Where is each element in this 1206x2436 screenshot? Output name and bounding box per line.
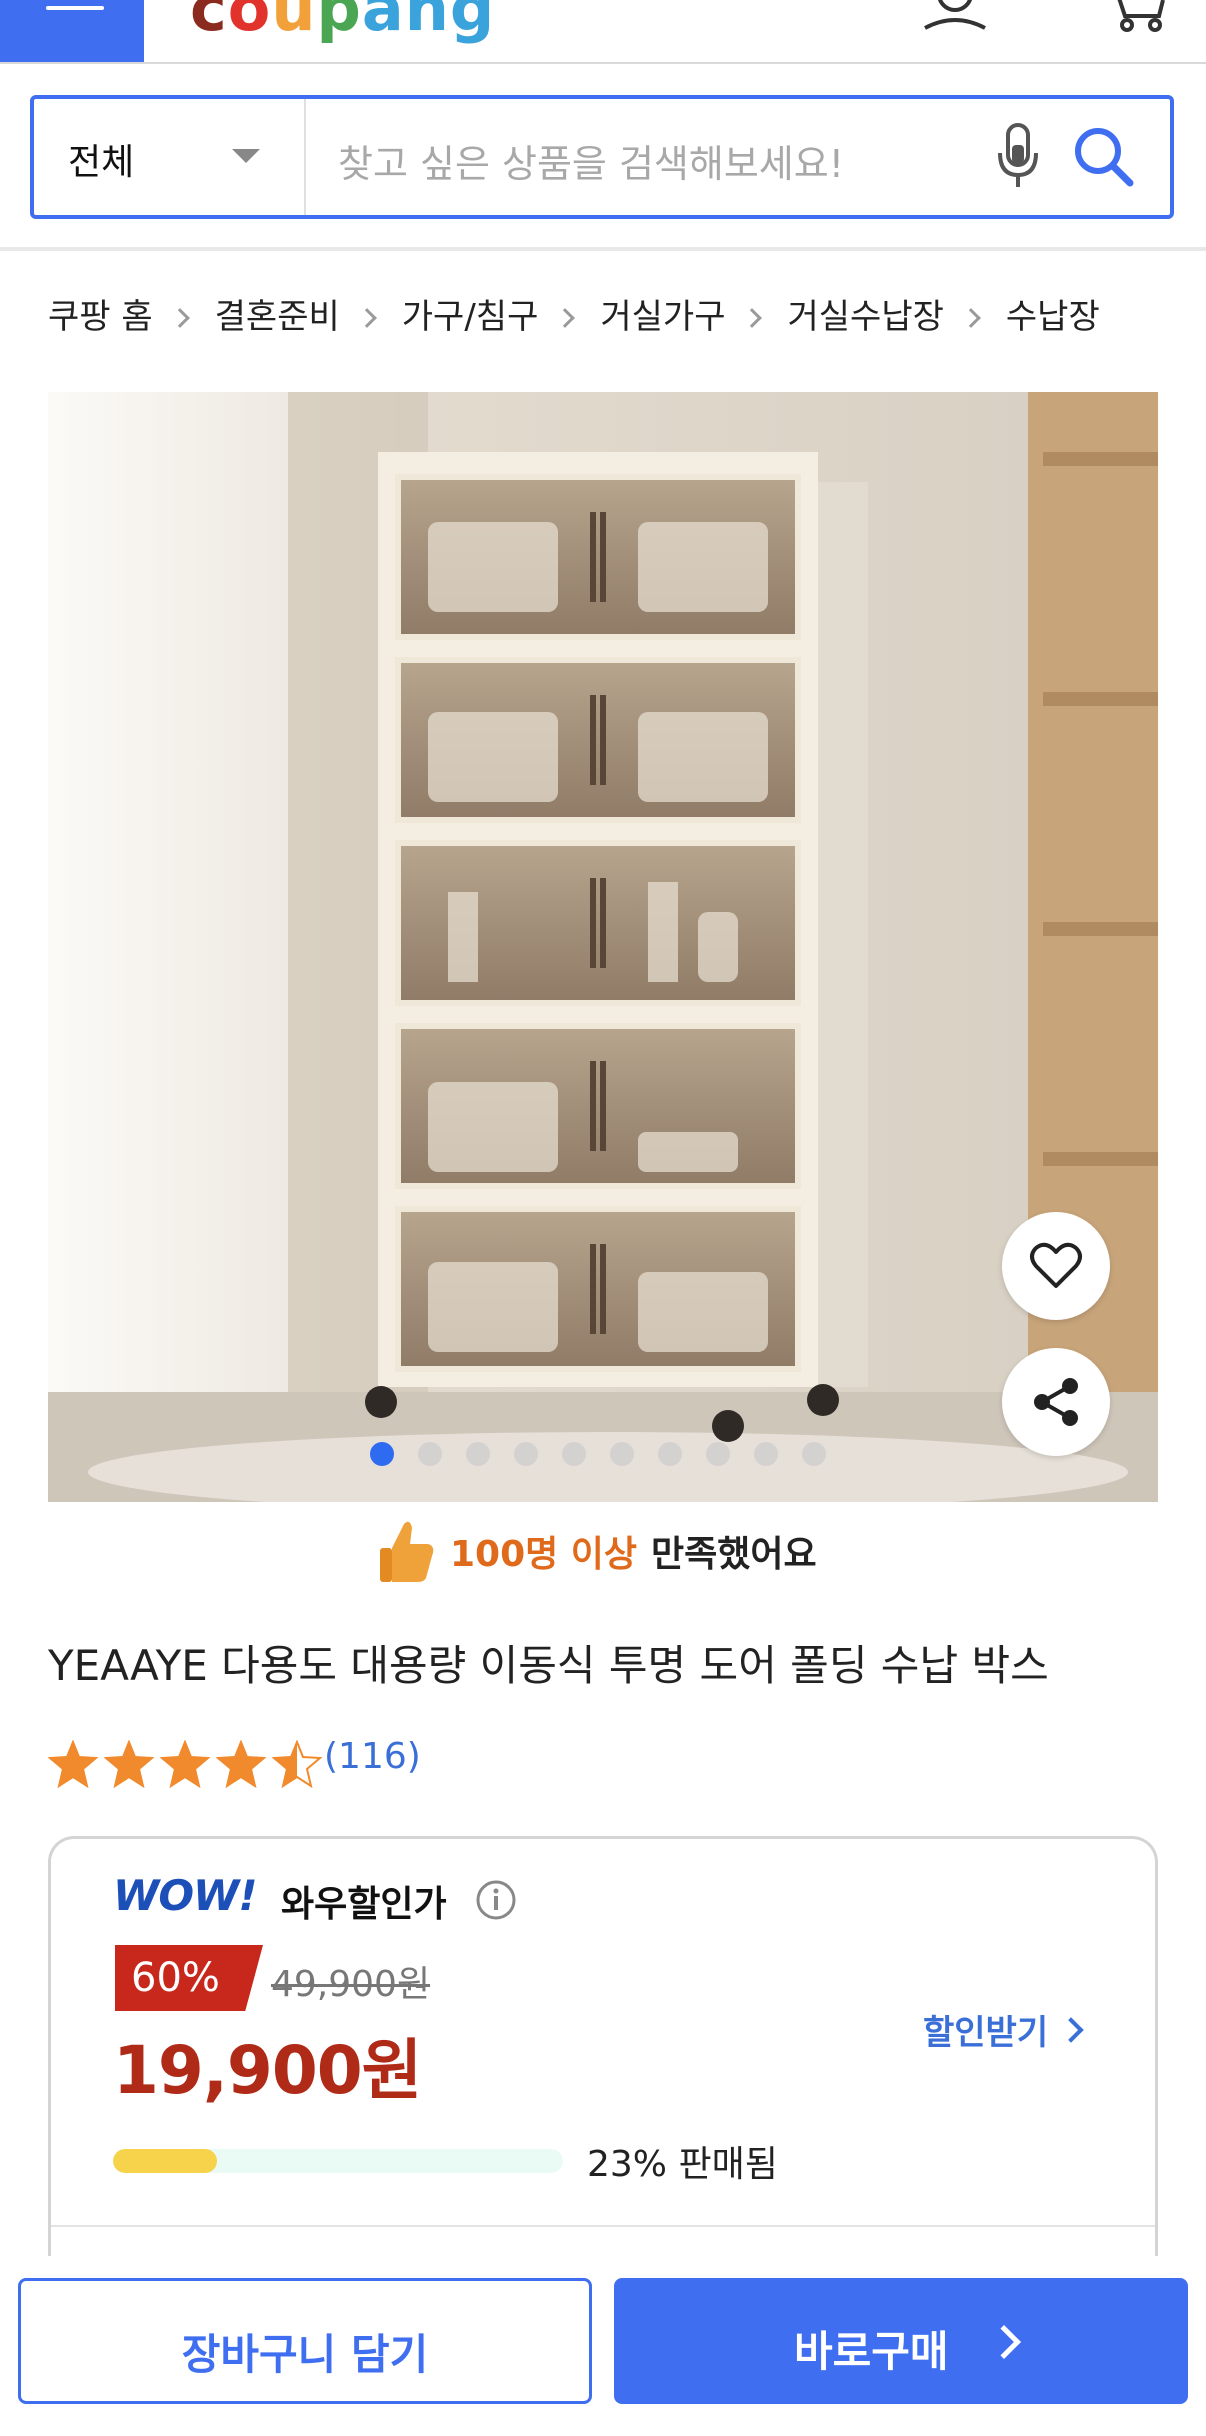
search-bar: 전체 찾고 싶은 상품을 검색해보세요! xyxy=(30,95,1174,219)
buy-now-label: 바로구매 xyxy=(794,2327,949,2376)
buy-now-button[interactable]: 바로구매 xyxy=(614,2278,1188,2404)
product-photo xyxy=(48,392,1158,1502)
share-button[interactable] xyxy=(1002,1348,1110,1456)
get-discount-link[interactable]: 할인받기 xyxy=(923,2005,1084,2054)
breadcrumb-item-living-furniture[interactable]: 거실가구 xyxy=(600,289,725,338)
hamburger-menu-icon[interactable] xyxy=(0,0,144,62)
star-icon xyxy=(160,1740,210,1788)
breadcrumb-item-storage[interactable]: 수납장 xyxy=(1006,289,1100,338)
discount-badge: 60% xyxy=(115,1945,263,2011)
wow-price-label: 와우할인가 xyxy=(281,1884,447,1925)
search-input[interactable]: 찾고 싶은 상품을 검색해보세요! xyxy=(338,133,844,188)
chevron-right-icon xyxy=(1058,2016,1084,2043)
satisfaction-banner: 100명 이상 만족했어요 xyxy=(378,1516,817,1586)
add-to-cart-label: 장바구니 담기 xyxy=(181,2330,429,2379)
product-title: YEAAYE 다용도 대용량 이동식 투명 도어 폴딩 수납 박스 xyxy=(48,1641,1049,1690)
star-icon xyxy=(216,1740,266,1788)
heart-icon xyxy=(1030,1242,1082,1288)
star-icon xyxy=(272,1740,322,1788)
bottom-action-bar: 장바구니 담기 바로구매 xyxy=(0,2256,1206,2436)
carousel-dot[interactable] xyxy=(562,1442,586,1466)
satisfaction-text: 만족했어요 xyxy=(651,1534,817,1575)
chevron-right-icon xyxy=(169,308,190,328)
carousel-dot[interactable] xyxy=(658,1442,682,1466)
review-count-link[interactable]: (116) xyxy=(324,1736,421,1777)
carousel-dot[interactable] xyxy=(610,1442,634,1466)
chevron-right-icon xyxy=(960,308,981,328)
breadcrumb-item-wedding[interactable]: 결혼준비 xyxy=(215,289,340,338)
share-icon xyxy=(1034,1378,1078,1426)
thumbs-up-icon xyxy=(380,1521,434,1582)
original-price: 49,900원 xyxy=(271,1964,431,2005)
discount-rate: 60% xyxy=(131,1955,220,2001)
sold-percentage: 23% 판매됨 xyxy=(587,2144,778,2185)
satisfaction-count: 100명 이상 xyxy=(450,1534,638,1575)
chevron-down-icon xyxy=(232,149,260,163)
search-category-select[interactable]: 전체 xyxy=(34,99,306,215)
info-icon[interactable] xyxy=(475,1879,517,1921)
carousel-dot[interactable] xyxy=(754,1442,778,1466)
rating-stars xyxy=(48,1740,322,1788)
wishlist-button[interactable] xyxy=(1002,1212,1110,1320)
price-card: WOW! 와우할인가 60% 49,900원 19,900원 할인받기 23% … xyxy=(48,1836,1158,2256)
sale-price: 19,900원 xyxy=(113,2032,422,2109)
chevron-right-icon xyxy=(742,308,763,328)
header-divider xyxy=(0,247,1206,251)
get-discount-label: 할인받기 xyxy=(923,2013,1049,2053)
wow-badge: WOW! xyxy=(113,1871,258,1920)
carousel-dot[interactable] xyxy=(802,1442,826,1466)
carousel-dot[interactable] xyxy=(418,1442,442,1466)
user-icon[interactable] xyxy=(920,0,990,30)
sold-progress-bar xyxy=(113,2149,563,2173)
star-icon xyxy=(48,1740,98,1788)
carousel-dot[interactable] xyxy=(514,1442,538,1466)
mic-icon[interactable] xyxy=(996,121,1040,191)
cart-icon[interactable] xyxy=(1105,0,1167,32)
breadcrumb-item-home[interactable]: 쿠팡 홈 xyxy=(48,289,153,338)
top-header: coupang xyxy=(0,0,1206,64)
chevron-right-icon xyxy=(356,308,377,328)
product-image-carousel[interactable] xyxy=(48,392,1158,1502)
breadcrumb: 쿠팡 홈 결혼준비 가구/침구 거실가구 거실수납장 수납장 xyxy=(48,288,1100,338)
breadcrumb-item-living-storage[interactable]: 거실수납장 xyxy=(787,289,943,338)
card-divider xyxy=(51,2225,1155,2227)
star-icon xyxy=(104,1740,154,1788)
chevron-right-icon xyxy=(987,2325,1021,2359)
search-category-label: 전체 xyxy=(68,142,135,183)
breadcrumb-item-furniture[interactable]: 가구/침구 xyxy=(402,289,539,338)
search-icon[interactable] xyxy=(1072,125,1136,189)
chevron-right-icon xyxy=(555,308,576,328)
coupang-logo[interactable]: coupang xyxy=(190,0,495,45)
carousel-dot[interactable] xyxy=(466,1442,490,1466)
carousel-dot[interactable] xyxy=(370,1442,394,1466)
carousel-indicator xyxy=(370,1442,826,1466)
add-to-cart-button[interactable]: 장바구니 담기 xyxy=(18,2278,592,2404)
carousel-dot[interactable] xyxy=(706,1442,730,1466)
sold-progress-fill xyxy=(113,2149,217,2173)
